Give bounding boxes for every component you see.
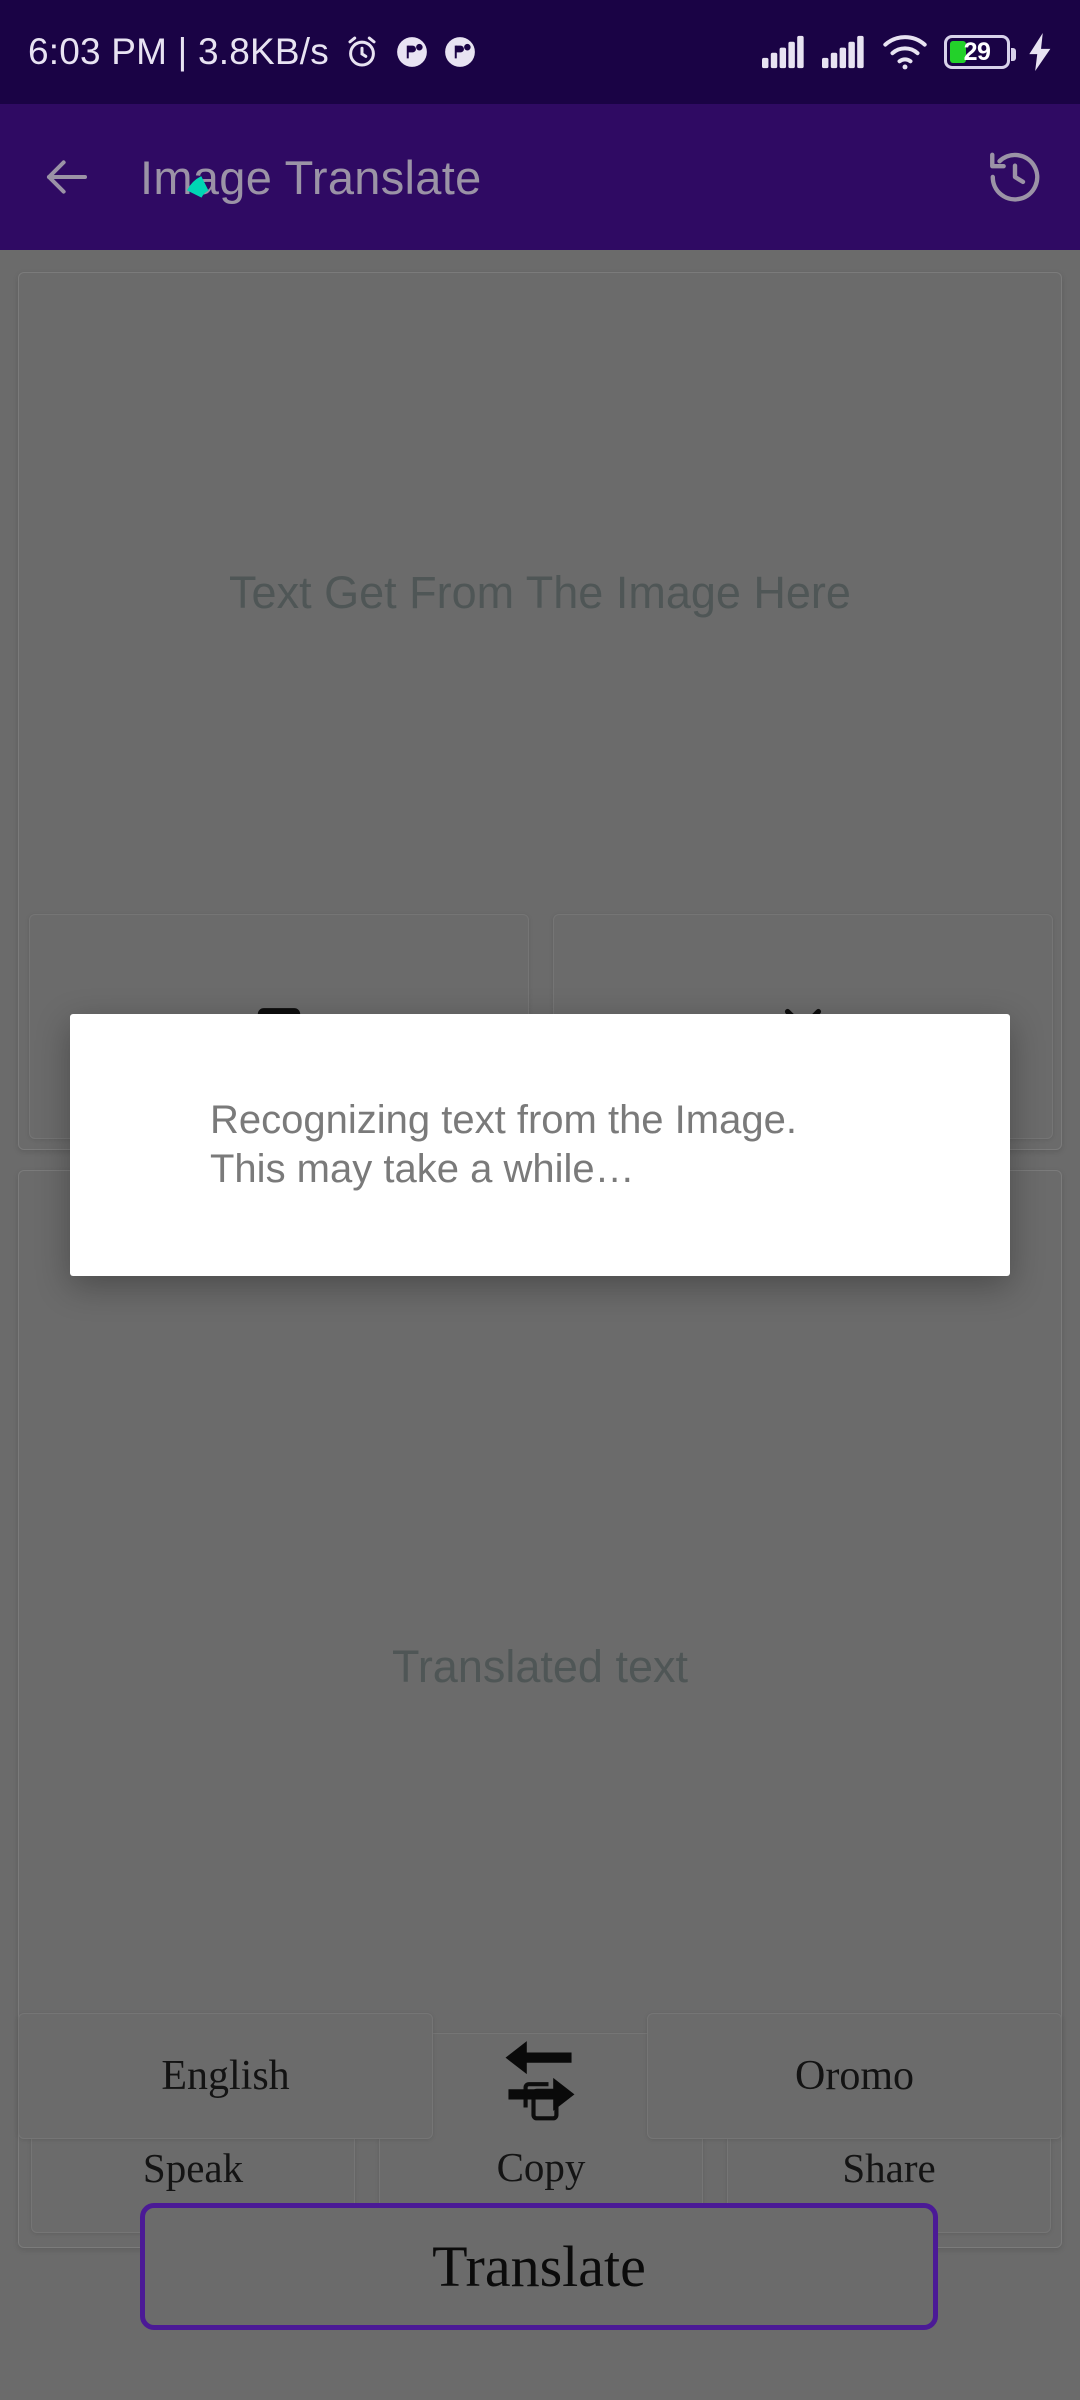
notification-badge-icon [395, 35, 429, 69]
battery-icon: 29 [944, 35, 1016, 69]
translate-button[interactable]: Translate [140, 2203, 938, 2330]
battery-percent-label: 29 [963, 37, 991, 66]
source-language-button[interactable]: English [18, 2013, 433, 2139]
swap-languages-button[interactable] [445, 2013, 635, 2139]
status-bar-left: 6:03 PM | 3.8KB/s [28, 31, 477, 73]
alarm-clock-icon [343, 33, 381, 71]
language-selector-row: English Oromo [18, 2013, 1062, 2139]
wifi-icon [882, 34, 928, 70]
charging-bolt-icon [1026, 33, 1054, 71]
swap-arrows-icon [496, 2032, 584, 2120]
status-bar: 6:03 PM | 3.8KB/s 29 [0, 0, 1080, 104]
progress-dialog-message: Recognizing text from the Image. This ma… [210, 1096, 797, 1194]
progress-dialog-line-1: Recognizing text from the Image. [210, 1098, 797, 1143]
status-bar-right: 29 [762, 33, 1054, 71]
speak-button-label: Speak [142, 2145, 244, 2191]
progress-dialog-line-2: This may take a while… [210, 1147, 635, 1191]
cellular-signal-icon [822, 35, 866, 69]
translated-text-placeholder[interactable]: Translated text [19, 1641, 1061, 1693]
target-language-button[interactable]: Oromo [647, 2013, 1062, 2139]
app-screen: 6:03 PM | 3.8KB/s 29 Image Translate Tex… [0, 0, 1080, 2400]
app-bar: Image Translate [0, 104, 1080, 250]
notification-badge-icon [443, 35, 477, 69]
back-arrow-icon[interactable] [40, 150, 94, 204]
history-clock-icon[interactable] [984, 146, 1046, 208]
share-button-label: Share [842, 2145, 936, 2191]
loading-spinner-icon [178, 154, 238, 214]
source-text-placeholder[interactable]: Text Get From The Image Here [19, 567, 1061, 619]
cellular-signal-icon [762, 35, 806, 69]
copy-button-label: Copy [496, 2144, 586, 2190]
status-clock: 6:03 PM | 3.8KB/s [28, 31, 329, 72]
progress-dialog: Recognizing text from the Image. This ma… [70, 1014, 1010, 1276]
